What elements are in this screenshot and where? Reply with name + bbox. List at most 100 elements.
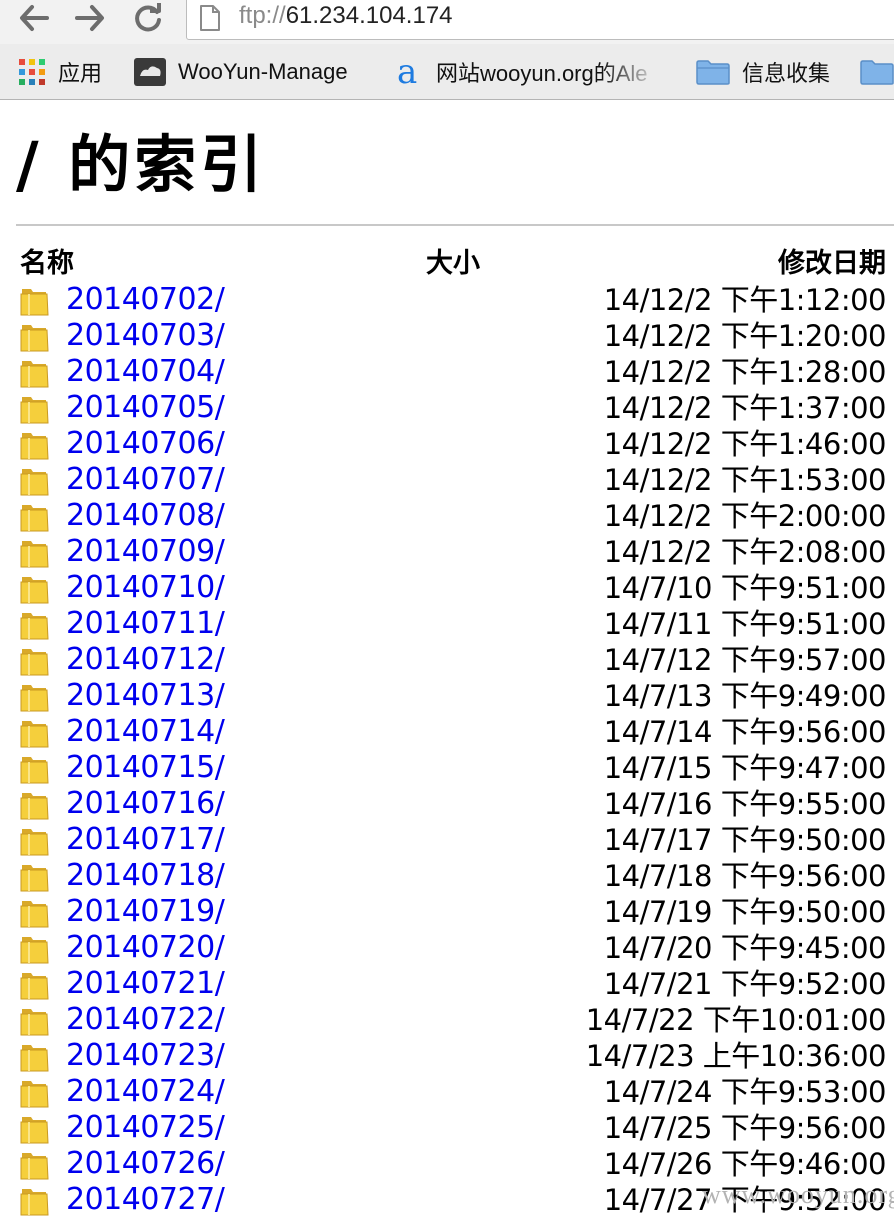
bookmark-wooyun-manage[interactable]: WooYun-Manage <box>134 52 348 92</box>
folder-icon <box>20 646 50 676</box>
directory-listing: 20140702/14/12/2 下午1:12:00 20140703/14/12… <box>0 282 894 1218</box>
list-item: 20140715/14/7/15 下午9:47:00 <box>0 750 894 786</box>
list-item: 20140716/14/7/16 下午9:55:00 <box>0 786 894 822</box>
modified-date: 14/7/17 下午9:50:00 <box>603 823 887 857</box>
forward-arrow-icon <box>75 5 104 31</box>
folder-icon <box>20 934 50 964</box>
reload-icon <box>135 3 161 32</box>
url-scheme: ftp:// <box>239 2 286 29</box>
list-item: 20140707/14/12/2 下午1:53:00 <box>0 462 894 498</box>
modified-date: 14/7/11 下午9:51:00 <box>603 607 887 641</box>
folder-link[interactable]: 20140726/ <box>66 1146 225 1182</box>
folder-link[interactable]: 20140719/ <box>66 894 225 930</box>
list-item: 20140702/14/12/2 下午1:12:00 <box>0 282 894 318</box>
page-title: / 的索引 <box>16 128 267 201</box>
page-icon <box>200 5 220 31</box>
folder-link[interactable]: 20140721/ <box>66 966 225 1002</box>
bookmark-label: 信息收集 <box>742 61 831 86</box>
folder-icon <box>20 322 50 352</box>
folder-link[interactable]: 20140714/ <box>66 714 225 750</box>
list-item: 20140704/14/12/2 下午1:28:00 <box>0 354 894 390</box>
bookmark-alexa[interactable]: a 网站wooyun.org的Ale <box>396 52 648 92</box>
column-header-modified[interactable]: 修改日期 <box>778 248 886 280</box>
bookmark-apps[interactable]: 应用 <box>18 52 102 92</box>
folder-icon <box>20 970 50 1000</box>
bookmark-label: 应用 <box>58 61 103 86</box>
folder-icon <box>696 60 730 85</box>
folder-icon <box>20 682 50 712</box>
modified-date: 14/7/26 下午9:46:00 <box>603 1147 887 1181</box>
modified-date: 14/7/24 下午9:53:00 <box>603 1075 887 1109</box>
folder-link[interactable]: 20140723/ <box>66 1038 225 1074</box>
list-item: 20140705/14/12/2 下午1:37:00 <box>0 390 894 426</box>
folder-link[interactable]: 20140704/ <box>66 354 225 390</box>
folder-icon <box>20 1006 50 1036</box>
folder-link[interactable]: 20140707/ <box>66 462 225 498</box>
modified-date: 14/7/13 下午9:49:00 <box>603 679 887 713</box>
url-text: ftp://61.234.104.174 <box>239 2 453 30</box>
folder-link[interactable]: 20140702/ <box>66 282 225 318</box>
modified-date: 14/7/22 下午10:01:00 <box>585 1003 887 1037</box>
wooyun-logo-icon <box>134 58 166 86</box>
modified-date: 14/7/16 下午9:55:00 <box>603 787 887 821</box>
folder-link[interactable]: 20140706/ <box>66 426 225 462</box>
modified-date: 14/7/21 下午9:52:00 <box>603 967 887 1001</box>
folder-link[interactable]: 20140708/ <box>66 498 225 534</box>
list-item: 20140703/14/12/2 下午1:20:00 <box>0 318 894 354</box>
modified-date: 14/12/2 下午2:00:00 <box>603 499 887 533</box>
folder-icon <box>20 286 50 316</box>
divider <box>16 224 894 226</box>
folder-icon <box>20 718 50 748</box>
folder-icon <box>20 898 50 928</box>
folder-icon <box>20 502 50 532</box>
modified-date: 14/7/18 下午9:56:00 <box>603 859 887 893</box>
address-bar[interactable]: ftp://61.234.104.174 <box>186 0 894 40</box>
folder-icon <box>20 538 50 568</box>
modified-date: 14/7/23 上午10:36:00 <box>585 1039 887 1073</box>
folder-icon <box>20 358 50 388</box>
list-item: 20140726/14/7/26 下午9:46:00 <box>0 1146 894 1182</box>
folder-link[interactable]: 20140716/ <box>66 786 225 822</box>
bookmark-folder-info[interactable]: 信息收集 <box>696 52 830 92</box>
folder-link[interactable]: 20140710/ <box>66 570 225 606</box>
reload-button[interactable] <box>130 0 166 36</box>
bookmark-folder-overflow[interactable] <box>860 52 894 92</box>
folder-link[interactable]: 20140703/ <box>66 318 225 354</box>
modified-date: 14/7/12 下午9:57:00 <box>603 643 887 677</box>
list-item: 20140718/14/7/18 下午9:56:00 <box>0 858 894 894</box>
folder-icon <box>20 826 50 856</box>
browser-toolbar: ftp://61.234.104.174 <box>0 0 894 44</box>
modified-date: 14/7/25 下午9:56:00 <box>603 1111 887 1145</box>
modified-date: 14/12/2 下午2:08:00 <box>603 535 887 569</box>
column-header-size[interactable]: 大小 <box>426 248 480 280</box>
column-header-name[interactable]: 名称 <box>20 248 74 280</box>
folder-link[interactable]: 20140713/ <box>66 678 225 714</box>
folder-link[interactable]: 20140711/ <box>66 606 225 642</box>
list-item: 20140706/14/12/2 下午1:46:00 <box>0 426 894 462</box>
watermark: www.wooyun.org <box>702 1180 894 1209</box>
folder-icon <box>20 1078 50 1108</box>
modified-date: 14/12/2 下午1:53:00 <box>603 463 887 497</box>
folder-icon <box>20 466 50 496</box>
modified-date: 14/12/2 下午1:46:00 <box>603 427 887 461</box>
list-item: 20140725/14/7/25 下午9:56:00 <box>0 1110 894 1146</box>
back-arrow-icon <box>20 5 49 31</box>
list-item: 20140721/14/7/21 下午9:52:00 <box>0 966 894 1002</box>
folder-link[interactable]: 20140712/ <box>66 642 225 678</box>
forward-button[interactable] <box>72 0 108 36</box>
folder-link[interactable]: 20140715/ <box>66 750 225 786</box>
list-item: 20140714/14/7/14 下午9:56:00 <box>0 714 894 750</box>
back-button[interactable] <box>16 0 52 36</box>
folder-link[interactable]: 20140717/ <box>66 822 225 858</box>
folder-link[interactable]: 20140720/ <box>66 930 225 966</box>
folder-link[interactable]: 20140709/ <box>66 534 225 570</box>
folder-link[interactable]: 20140725/ <box>66 1110 225 1146</box>
list-item: 20140708/14/12/2 下午2:00:00 <box>0 498 894 534</box>
folder-link[interactable]: 20140724/ <box>66 1074 225 1110</box>
folder-link[interactable]: 20140727/ <box>66 1182 225 1218</box>
folder-icon <box>20 1042 50 1072</box>
folder-link[interactable]: 20140718/ <box>66 858 225 894</box>
folder-link[interactable]: 20140705/ <box>66 390 225 426</box>
modified-date: 14/7/15 下午9:47:00 <box>603 751 887 785</box>
folder-link[interactable]: 20140722/ <box>66 1002 225 1038</box>
